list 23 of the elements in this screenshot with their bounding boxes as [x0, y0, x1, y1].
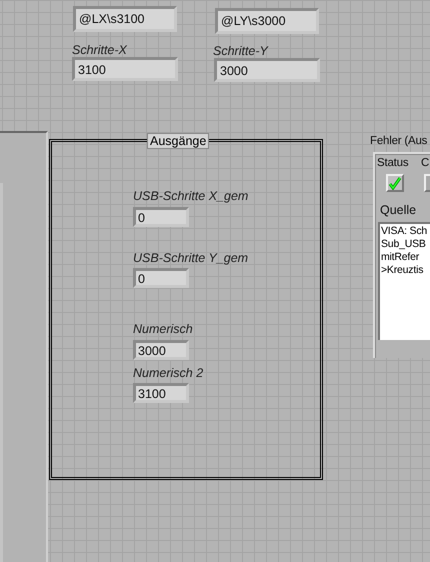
cluster-title: Fehler (Aus — [370, 135, 428, 147]
input-field[interactable]: @LY\s3000 — [215, 8, 319, 34]
source-text-line: VISA: Sch — [381, 225, 428, 238]
code-label: C — [421, 157, 430, 169]
source-text-line: Sub_USB — [381, 238, 427, 251]
status-label: Status — [377, 157, 408, 169]
numeric-indicator: 0 — [133, 207, 189, 227]
indicator-label: USB-Schritte X_gem — [133, 189, 248, 203]
numeric-indicator: 0 — [133, 268, 189, 288]
source-label: Quelle — [380, 203, 416, 217]
indicator-label: USB-Schritte Y_gem — [133, 251, 248, 265]
input-field[interactable]: 3100 — [72, 57, 178, 81]
control-label: Schritte-X — [72, 43, 127, 57]
numeric-indicator: 3000 — [133, 340, 189, 360]
numeric-indicator: 3100 — [133, 383, 189, 403]
input-field[interactable]: 3000 — [214, 58, 320, 82]
input-field[interactable]: @LX\s3100 — [73, 6, 177, 32]
indicator-label: Numerisch — [133, 322, 193, 336]
control-label: Schritte-Y — [213, 44, 268, 58]
source-text-line: mitRefer — [381, 251, 420, 264]
cluster-title: Ausgänge — [147, 133, 210, 149]
source-text-line: >Kreuztis — [381, 264, 424, 277]
indicator-label: Numerisch 2 — [133, 366, 204, 380]
